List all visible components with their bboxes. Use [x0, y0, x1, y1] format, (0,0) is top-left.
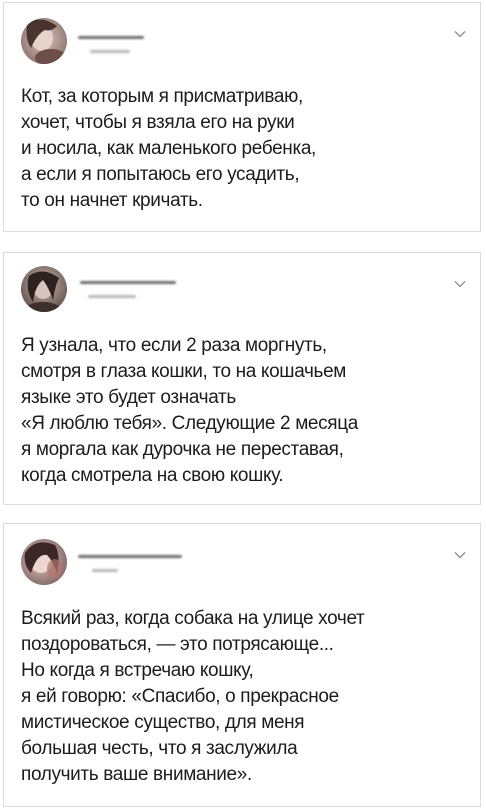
author-name: [78, 36, 144, 39]
author-handle: [88, 295, 136, 298]
avatar-photo-icon: [21, 18, 67, 64]
tweet-text: Всякий раз, когда собака на улице хочет …: [21, 606, 470, 788]
chevron-down-icon[interactable]: [454, 280, 466, 288]
chevron-down-icon[interactable]: [454, 551, 466, 559]
tweet-line: Но когда я встречаю кошку,: [21, 660, 254, 681]
tweet-card-2: Я узнала, что если 2 раза моргнуть, смот…: [3, 252, 481, 505]
tweet-line: «Я люблю тебя». Следующие 2 месяца: [21, 413, 358, 434]
tweet-line: а если я попытаюсь его усадить,: [21, 164, 300, 185]
author-handle: [90, 50, 130, 53]
author-name: [78, 555, 182, 558]
avatar[interactable]: [21, 539, 67, 585]
tweet-line: получить ваше внимание».: [21, 764, 252, 785]
author-handle: [92, 569, 118, 572]
tweet-card-1: Кот, за которым я присматриваю, хочет, ч…: [3, 2, 481, 232]
tweet-line: я ей говорю: «Спасибо, о прекрасное: [21, 686, 339, 707]
avatar[interactable]: [21, 18, 67, 64]
tweet-line: когда смотрела на свою кошку.: [21, 465, 284, 486]
tweet-line: мистическое существо, для меня: [21, 712, 305, 733]
tweet-line: Кот, за которым я присматриваю,: [21, 86, 303, 107]
tweet-line: смотря в глаза кошки, то на кошачьем: [21, 361, 347, 382]
tweet-card-3: Всякий раз, когда собака на улице хочет …: [3, 523, 481, 807]
tweet-line: большая честь, что я заслужила: [21, 738, 298, 759]
author-name: [80, 281, 176, 284]
tweet-line: хочет, чтобы я взяла его на руки: [21, 112, 295, 133]
tweet-line: поздороваться, — это потрясающе...: [21, 634, 334, 655]
avatar[interactable]: [21, 266, 67, 312]
tweet-line: Я узнала, что если 2 раза моргнуть,: [21, 335, 327, 356]
tweet-line: Всякий раз, когда собака на улице хочет: [21, 608, 365, 629]
tweet-text: Я узнала, что если 2 раза моргнуть, смот…: [21, 333, 470, 489]
chevron-down-icon[interactable]: [454, 30, 466, 38]
tweet-text: Кот, за которым я присматриваю, хочет, ч…: [21, 84, 470, 214]
tweet-line: языке это будет означать: [21, 387, 236, 408]
avatar-photo-icon: [21, 266, 67, 312]
tweet-line: и носила, как маленького ребенка,: [21, 138, 316, 159]
tweet-line: я моргала как дурочка не переставая,: [21, 439, 344, 460]
avatar-photo-icon: [21, 539, 67, 585]
tweet-line: то он начнет кричать.: [21, 190, 203, 211]
